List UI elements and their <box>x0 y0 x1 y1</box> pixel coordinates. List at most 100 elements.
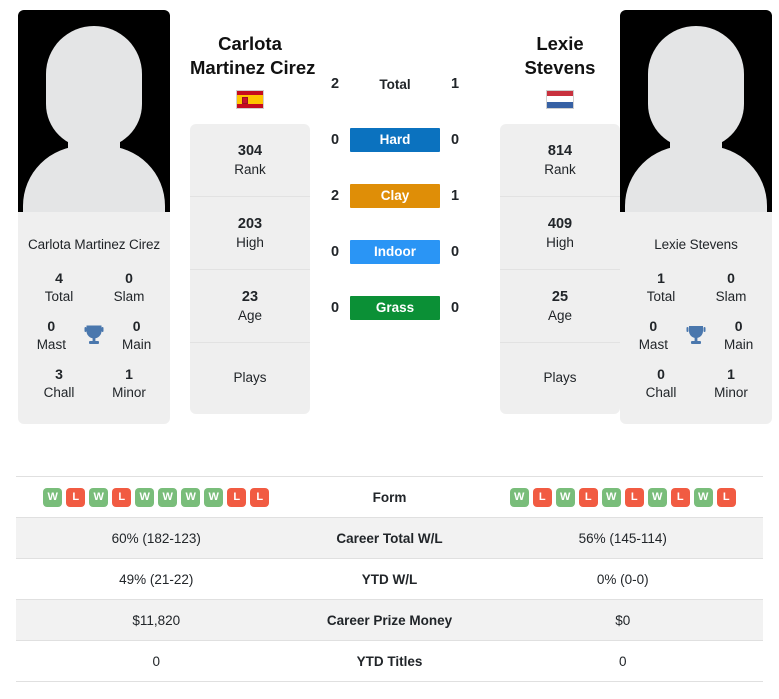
form-badge-l[interactable]: L <box>66 487 86 507</box>
right-career-prize: $0 <box>615 612 631 628</box>
titles-total: 4 Total <box>34 269 84 306</box>
form-badge-w[interactable]: W <box>693 487 713 507</box>
left-age-label: Age <box>237 308 263 324</box>
titles-total: 1 Total <box>636 269 686 306</box>
left-player-name-line2: Martinez Cirez <box>190 57 316 79</box>
table-row-form: WLWLWWWWLL Form WLWLWLWLWL <box>16 477 763 518</box>
titles-minor-value: 1 <box>125 366 133 383</box>
titles-slam-value: 0 <box>727 270 735 286</box>
head-to-head-column: 2 Total 1 0 Hard 0 2 Clay 1 0 Indoor 0 0… <box>310 10 480 336</box>
titles-chall-label: Chall <box>43 385 75 401</box>
titles-row-mast-main: 0 Mast 0 Main <box>18 312 170 360</box>
form-badge-l[interactable]: L <box>670 487 690 507</box>
form-badge-w[interactable]: W <box>555 487 575 507</box>
h2h-grass-left-score: 0 <box>330 300 340 316</box>
form-badge-w[interactable]: W <box>204 487 224 507</box>
titles-row-chall-minor: 3 Chall 1 Minor <box>18 360 170 408</box>
left-player-card: Carlota Martinez Cirez 4 Total 0 Slam 0 <box>18 10 170 425</box>
row-label-ytd-titles: YTD Titles <box>356 653 423 669</box>
h2h-total-right-score: 1 <box>450 76 460 92</box>
titles-chall-label: Chall <box>645 385 677 401</box>
titles-minor: 1 Minor <box>104 365 154 402</box>
form-badge-w[interactable]: W <box>509 487 529 507</box>
left-career-wl: 60% (182-123) <box>111 530 201 546</box>
h2h-indoor-right-score: 0 <box>450 244 460 260</box>
player-comparison-header: Carlota Martinez Cirez 4 Total 0 Slam 0 <box>0 0 779 468</box>
titles-row-chall-minor: 0 Chall 1 Minor <box>620 360 772 408</box>
form-badge-w[interactable]: W <box>647 487 667 507</box>
left-player-stats-card: 304 Rank 203 High 23 Age Plays <box>190 123 310 415</box>
titles-total-label: Total <box>646 288 676 304</box>
form-badge-l[interactable]: L <box>227 487 247 507</box>
left-plays-label: Plays <box>233 370 267 386</box>
h2h-row-clay: 2 Clay 1 <box>310 168 480 224</box>
right-age-label: Age <box>547 308 573 324</box>
right-player-info-column: Lexie Stevens 814 Rank 409 High 25 Age P… <box>500 10 620 415</box>
right-player-avatar-card: Lexie Stevens 1 Total 0 Slam 0 Mast 0 Ma… <box>620 10 772 425</box>
form-badge-l[interactable]: L <box>624 487 644 507</box>
left-ytd-titles: 0 <box>152 653 160 669</box>
h2h-grass-bar[interactable]: Grass <box>350 296 440 320</box>
form-badge-l[interactable]: L <box>250 487 270 507</box>
titles-row-total-slam: 4 Total 0 Slam <box>18 264 170 312</box>
form-badge-w[interactable]: W <box>601 487 621 507</box>
table-row-ytd-wl: 49% (21-22) YTD W/L 0% (0-0) <box>16 559 763 600</box>
left-stat-rank: 304 Rank <box>190 124 310 197</box>
form-badge-w[interactable]: W <box>43 487 63 507</box>
table-row-career-total-wl: 60% (182-123) Career Total W/L 56% (145-… <box>16 518 763 559</box>
form-badge-l[interactable]: L <box>112 487 132 507</box>
titles-chall-value: 3 <box>55 366 63 383</box>
form-badge-w[interactable]: W <box>135 487 155 507</box>
titles-slam-value: 0 <box>125 270 133 286</box>
form-badge-l[interactable]: L <box>578 487 598 507</box>
right-stat-age: 25 Age <box>500 270 620 344</box>
left-player-avatar-card: Carlota Martinez Cirez 4 Total 0 Slam 0 <box>18 10 170 425</box>
left-player-name-line1: Carlota <box>218 33 282 54</box>
titles-chall: 0 Chall <box>636 365 686 402</box>
titles-total-value: 1 <box>657 270 665 286</box>
left-age-value: 23 <box>241 289 259 306</box>
right-player-name-line2: Stevens <box>524 57 596 79</box>
titles-main-label: Main <box>122 337 152 352</box>
table-row-career-prize-money: $11,820 Career Prize Money $0 <box>16 600 763 641</box>
right-player-name-line1: Lexie <box>536 33 584 54</box>
form-badge-l[interactable]: L <box>532 487 552 507</box>
titles-mast: 0 Mast <box>26 317 76 354</box>
titles-chall-value: 0 <box>657 366 665 383</box>
right-ytd-titles: 0 <box>618 653 627 669</box>
titles-main-value: 0 <box>132 318 141 335</box>
h2h-hard-left-score: 0 <box>330 132 340 148</box>
titles-mast-value: 0 <box>649 318 658 335</box>
form-badge-w[interactable]: W <box>158 487 178 507</box>
netherlands-flag-icon <box>546 89 574 109</box>
h2h-row-total: 2 Total 1 <box>310 56 480 112</box>
row-label-ytd-wl: YTD W/L <box>361 571 418 587</box>
titles-slam-label: Slam <box>715 288 747 304</box>
form-badge-w[interactable]: W <box>89 487 109 507</box>
left-player-name-caption: Carlota Martinez Cirez <box>27 237 161 252</box>
left-stat-age: 23 Age <box>190 270 310 344</box>
form-badge-l[interactable]: L <box>716 487 736 507</box>
titles-slam: 0 Slam <box>706 269 756 306</box>
row-label-career-total-wl: Career Total W/L <box>336 530 443 546</box>
h2h-grass-right-score: 0 <box>450 300 460 316</box>
h2h-clay-bar[interactable]: Clay <box>350 184 440 208</box>
titles-main-value: 0 <box>734 318 743 335</box>
titles-chall: 3 Chall <box>34 365 84 402</box>
titles-minor-value: 1 <box>727 366 735 383</box>
right-stat-high: 409 High <box>500 197 620 271</box>
right-rank-label: Rank <box>544 162 576 178</box>
titles-minor: 1 Minor <box>706 365 756 402</box>
form-badge-w[interactable]: W <box>181 487 201 507</box>
left-player-titles-grid: 4 Total 0 Slam 0 Mast 0 Main 3 Chall 1 M… <box>18 264 170 424</box>
h2h-hard-bar[interactable]: Hard <box>350 128 440 152</box>
h2h-clay-right-score: 1 <box>450 188 460 204</box>
h2h-row-indoor: 0 Indoor 0 <box>310 224 480 280</box>
h2h-indoor-bar[interactable]: Indoor <box>350 240 440 264</box>
titles-mast-label: Mast <box>638 337 668 352</box>
h2h-indoor-left-score: 0 <box>330 244 340 260</box>
right-high-label: High <box>546 235 574 251</box>
right-player-name-caption: Lexie Stevens <box>654 237 738 252</box>
right-age-value: 25 <box>551 289 569 306</box>
titles-minor-label: Minor <box>714 385 748 401</box>
